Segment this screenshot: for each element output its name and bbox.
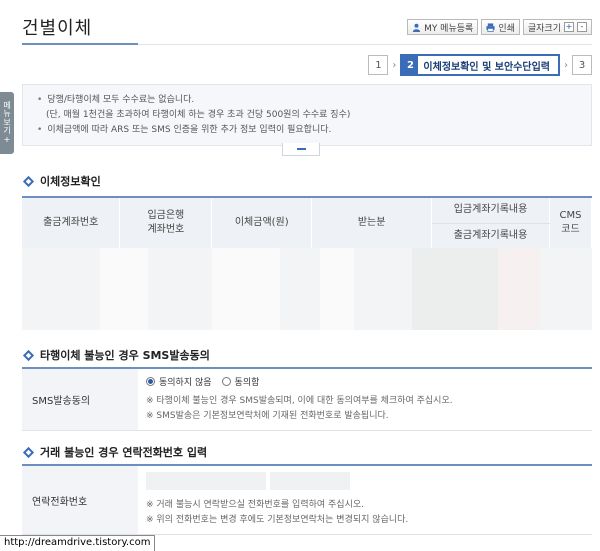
chevron-right-icon: › xyxy=(564,59,568,71)
notice-box: 당행/타행이체 모두 수수료는 없습니다. (단, 매월 1천건을 초과하여 타… xyxy=(22,84,592,146)
phone-label: 연락전화번호 xyxy=(22,464,138,535)
notice-line: 이체금액에 따라 ARS 또는 SMS 인증을 위한 추가 정보 입력이 필요합… xyxy=(37,123,591,138)
phone-note: ※ 위의 전화번호는 변경 후에도 기본정보연락처는 변경되지 않습니다. xyxy=(146,515,409,525)
sms-title: 타행이체 불능인 경우 SMS발송동의 xyxy=(40,349,210,362)
notice-line: 당행/타행이체 모두 수수료는 없습니다. xyxy=(37,93,591,108)
phone-input[interactable] xyxy=(270,472,350,490)
print-button[interactable]: 인쇄 xyxy=(481,19,520,35)
col-out-account: 출금계좌번호 xyxy=(22,196,121,250)
col-cms: CMS 코드 xyxy=(549,196,593,250)
col-label: 이체금액(원) xyxy=(234,217,289,229)
col-amount: 이체금액(원) xyxy=(211,196,313,250)
redacted-cell xyxy=(148,248,212,330)
notice-line: (단, 매월 1천건을 초과하여 타행이체 하는 경우 초과 건당 500원의 … xyxy=(46,110,351,120)
col-label: 계좌번호 xyxy=(147,224,185,236)
sms-disagree-label: 동의하지 않음 xyxy=(159,378,212,388)
watermark-url: http://dreamdrive.tistory.com xyxy=(0,535,156,551)
minus-icon xyxy=(296,148,306,150)
sms-note: ※ SMS발송은 기본정보연락처에 기재된 전화번호로 발송됩니다. xyxy=(146,411,389,421)
redacted-cell xyxy=(22,248,100,330)
sms-radio-group: 동의하지 않음 동의함 xyxy=(146,375,592,388)
title-underline xyxy=(22,43,138,45)
redacted-cell xyxy=(354,248,412,330)
sms-agree-radio[interactable] xyxy=(221,377,231,386)
sms-note: ※ 타행이체 불능인 경우 SMS발송되며, 이에 대한 동의여부를 체크하여 … xyxy=(146,396,453,406)
toolbar: MY 메뉴등록 인쇄 글자크기 + - xyxy=(407,19,592,35)
redacted-cell xyxy=(320,248,354,330)
printer-icon xyxy=(486,22,495,32)
sms-disagree-radio[interactable] xyxy=(146,377,155,386)
col-label: CMS xyxy=(559,210,582,222)
col-in-record: 입금계좌기록내용 xyxy=(431,196,550,224)
col-receiver: 받는분 xyxy=(311,196,433,250)
phone-input[interactable] xyxy=(146,472,266,490)
user-icon xyxy=(412,23,421,32)
sms-consent-table: SMS발송동의 동의하지 않음 동의함 ※ 타행이체 불능인 경우 SMS발송되… xyxy=(22,367,592,431)
phone-label-text: 연락전화번호 xyxy=(32,496,88,508)
section-bullet-icon xyxy=(22,175,35,187)
col-label: 출금계좌기록내용 xyxy=(453,230,528,241)
section-bullet-icon xyxy=(22,446,35,458)
redacted-cell xyxy=(498,248,540,330)
col-out-record: 출금계좌기록내용 xyxy=(431,222,550,250)
transfer-info-heading: 이체정보확인 xyxy=(22,173,101,189)
redacted-cell xyxy=(212,248,280,330)
redacted-cell xyxy=(412,248,452,330)
redacted-cell xyxy=(280,248,320,330)
font-size-control: 글자크기 + - xyxy=(522,19,592,35)
my-menu-button[interactable]: MY 메뉴등록 xyxy=(407,19,479,35)
font-decrease-button[interactable]: - xyxy=(577,22,587,32)
step-indicator: 1 › 2 이체정보확인 및 보안수단입력 › 3 xyxy=(368,54,592,76)
redacted-cell xyxy=(540,248,592,330)
font-increase-button[interactable]: + xyxy=(564,22,574,32)
sms-label: SMS발송동의 xyxy=(22,367,138,431)
phone-heading: 거래 불능인 경우 연락전화번호 입력 xyxy=(22,444,207,460)
step-1: 1 xyxy=(368,55,389,75)
sms-agree-label: 동의함 xyxy=(234,378,260,388)
redacted-cell xyxy=(452,248,498,330)
notice-collapse-button[interactable] xyxy=(282,143,320,156)
menu-view-tab[interactable]: 메 뉴 보 기 + xyxy=(0,92,14,154)
title-rule xyxy=(138,44,592,45)
phone-inputs-redacted xyxy=(146,472,592,490)
my-menu-label: MY 메뉴등록 xyxy=(424,23,474,34)
sms-options-cell: 동의하지 않음 동의함 ※ 타행이체 불능인 경우 SMS발송되며, 이에 대한… xyxy=(138,367,592,431)
sms-label-text: SMS발송동의 xyxy=(32,396,91,407)
step-2-number: 2 xyxy=(402,56,419,74)
step-2-label: 이체정보확인 및 보안수단입력 xyxy=(423,61,550,73)
col-in-bank: 입금은행계좌번호 xyxy=(119,196,213,250)
phone-input-cell: ※ 거래 불능시 연락받으실 전화번호를 입력하여 주십시오. ※ 위의 전화번… xyxy=(138,464,592,535)
phone-title: 거래 불능인 경우 연락전화번호 입력 xyxy=(40,446,208,459)
transfer-info-title: 이체정보확인 xyxy=(40,175,101,188)
col-label: 입금계좌기록내용 xyxy=(453,204,528,216)
transfer-info-row-redacted xyxy=(22,248,592,330)
step-3: 3 xyxy=(572,55,592,75)
col-label: 코드 xyxy=(561,224,580,236)
print-label: 인쇄 xyxy=(498,23,515,34)
font-size-label: 글자크기 xyxy=(527,23,561,34)
section-bullet-icon xyxy=(22,349,35,361)
transfer-info-table: 출금계좌번호 입금은행계좌번호 이체금액(원) 받는분 입금계좌기록내용 CMS… xyxy=(22,196,593,250)
phone-input-table: 연락전화번호 ※ 거래 불능시 연락받으실 전화번호를 입력하여 주십시오. ※… xyxy=(22,464,592,535)
step-2-current: 2 이체정보확인 및 보안수단입력 xyxy=(400,54,560,76)
phone-note: ※ 거래 불능시 연락받으실 전화번호를 입력하여 주십시오. xyxy=(146,500,365,510)
page-title: 건별이체 xyxy=(22,18,93,39)
redacted-cell xyxy=(100,248,148,330)
col-label: 출금계좌번호 xyxy=(43,217,99,229)
sms-heading: 타행이체 불능인 경우 SMS발송동의 xyxy=(22,347,210,363)
menu-view-plus: + xyxy=(3,134,11,144)
chevron-right-icon: › xyxy=(392,59,397,71)
col-label: 입금은행 xyxy=(147,210,185,222)
col-label: 받는분 xyxy=(357,217,386,229)
